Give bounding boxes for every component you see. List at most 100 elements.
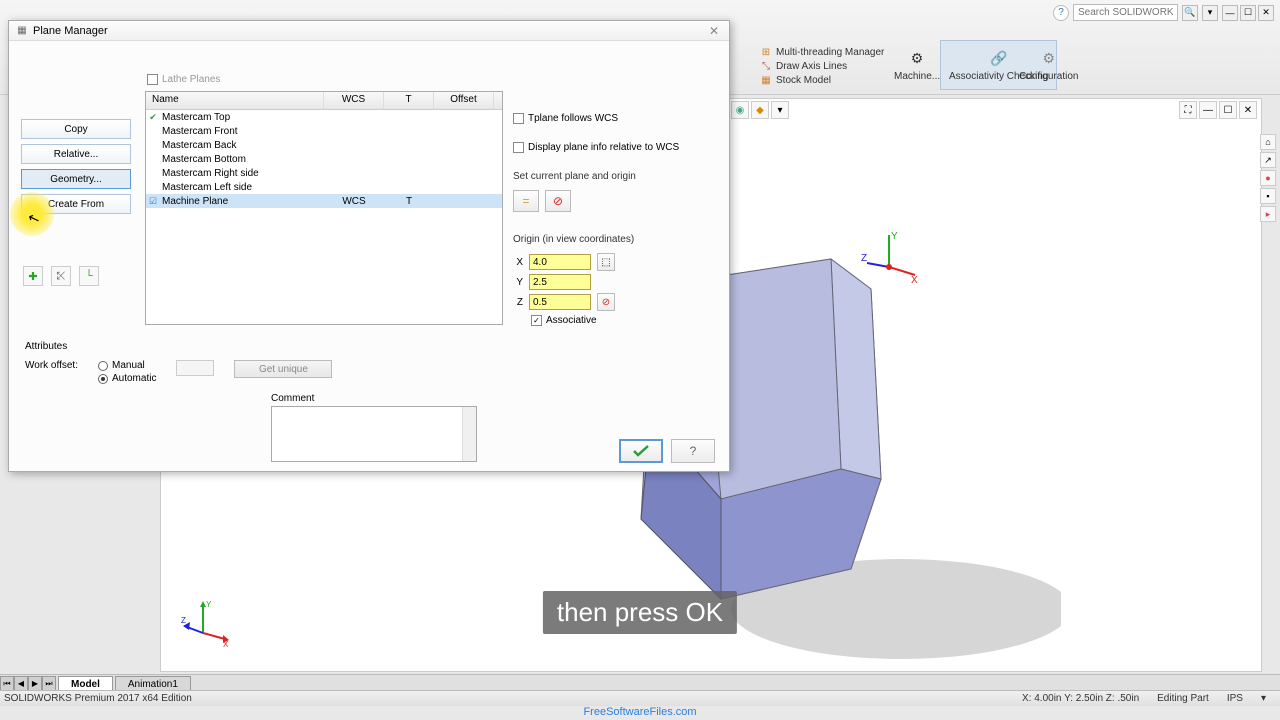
icon-row: ✚ ⤪ └	[23, 266, 99, 286]
help-icon[interactable]: ?	[1053, 5, 1069, 21]
maximize-icon[interactable]: ☐	[1240, 5, 1256, 21]
dialog-title: Plane Manager	[33, 25, 108, 37]
vp-max-icon[interactable]: ☐	[1219, 101, 1237, 119]
planes-table: Name WCS T Offset ✔Mastercam TopMasterca…	[145, 91, 503, 325]
attributes-title: Attributes	[25, 341, 505, 352]
pick-button[interactable]: ⬚	[597, 253, 615, 271]
search-button[interactable]: 🔍	[1182, 5, 1198, 21]
attributes-section: Attributes Work offset: Manual Automatic…	[25, 341, 505, 384]
title-bar-right: ? 🔍 ▾ — ☐ ✕	[1053, 4, 1274, 21]
table-row[interactable]: Mastercam Back	[146, 138, 502, 152]
z-input[interactable]	[529, 294, 591, 310]
vp-tool[interactable]: ▾	[771, 101, 789, 119]
col-name[interactable]: Name	[146, 92, 324, 109]
table-header: Name WCS T Offset	[146, 92, 502, 110]
svg-text:X: X	[223, 640, 229, 647]
viewport-right-buttons: ⛶ — ☐ ✕	[1179, 101, 1257, 119]
multi-threading-item[interactable]: ⊞Multi-threading Manager	[760, 46, 884, 58]
axis-tool-icon[interactable]: ⤪	[51, 266, 71, 286]
svg-text:Y: Y	[891, 231, 898, 242]
side-toolbar: ⌂ ↗ ● ▪ ▸	[1260, 134, 1278, 222]
minimize-icon[interactable]: —	[1222, 5, 1238, 21]
x-input[interactable]	[529, 254, 591, 270]
subtitle-caption: then press OK	[543, 591, 737, 634]
plane-tool-icon[interactable]: └	[79, 266, 99, 286]
plane-manager-dialog: ▦ Plane Manager ✕ Lathe Planes Copy Rela…	[8, 20, 730, 472]
col-wcs[interactable]: WCS	[324, 92, 384, 109]
stock-model-item[interactable]: ▦Stock Model	[760, 74, 884, 86]
table-row[interactable]: ✔Mastercam Top	[146, 110, 502, 124]
z-label: Z	[513, 297, 523, 308]
manual-radio[interactable]: Manual	[98, 360, 156, 371]
table-row[interactable]: Mastercam Bottom	[146, 152, 502, 166]
checkbox-icon	[147, 74, 158, 85]
set-current-label: Set current plane and origin	[513, 171, 723, 182]
viewport-toolbar: ◉ ◆ ▾	[731, 101, 789, 119]
relative-button[interactable]: Relative...	[21, 144, 131, 164]
reset-z-button[interactable]: ⊘	[597, 293, 615, 311]
origin-label: Origin (in view coordinates)	[513, 234, 723, 245]
dialog-titlebar[interactable]: ▦ Plane Manager ✕	[9, 21, 729, 41]
status-dropdown-icon[interactable]: ▾	[1261, 693, 1266, 704]
tplane-checkbox[interactable]: Tplane follows WCS	[513, 113, 723, 124]
vp-tool[interactable]: ◆	[751, 101, 769, 119]
tool-icon[interactable]: ▪	[1260, 188, 1276, 204]
axis-triad-corner: Y X Z	[181, 597, 231, 647]
table-row[interactable]: Mastercam Front	[146, 124, 502, 138]
help-button[interactable]: ?	[671, 439, 715, 463]
status-mode: Editing Part	[1157, 693, 1209, 704]
ribbon-small-items: ⊞Multi-threading Manager ⤡Draw Axis Line…	[760, 46, 884, 86]
scrollbar[interactable]	[462, 407, 476, 461]
draw-axis-item[interactable]: ⤡Draw Axis Lines	[760, 60, 884, 72]
reset-button[interactable]: ⊘	[545, 190, 571, 212]
vp-tool[interactable]: ◉	[731, 101, 749, 119]
dialog-close-icon[interactable]: ✕	[705, 23, 723, 39]
svg-text:Z: Z	[861, 253, 867, 264]
comment-textarea[interactable]	[271, 406, 477, 462]
status-units: IPS	[1227, 693, 1243, 704]
vp-min-icon[interactable]: —	[1199, 101, 1217, 119]
status-coords: X: 4.00in Y: 2.50in Z: .50in	[1022, 693, 1139, 704]
equals-button[interactable]: =	[513, 190, 539, 212]
svg-text:Y: Y	[206, 600, 212, 609]
right-panel: Tplane follows WCS Display plane info re…	[513, 113, 723, 344]
y-label: Y	[513, 277, 523, 288]
check-icon	[632, 444, 650, 458]
globe-icon[interactable]: ●	[1260, 170, 1276, 186]
axis-triad-origin: Y X Z	[861, 229, 921, 289]
svg-text:Z: Z	[181, 616, 186, 625]
status-edition: SOLIDWORKS Premium 2017 x64 Edition	[4, 693, 1022, 704]
vp-close-icon[interactable]: ✕	[1239, 101, 1257, 119]
home-icon[interactable]: ⌂	[1260, 134, 1276, 150]
table-row[interactable]: Mastercam Right side	[146, 166, 502, 180]
add-icon[interactable]: ✚	[23, 266, 43, 286]
dropdown-button[interactable]: ▾	[1202, 5, 1218, 21]
geometry-button[interactable]: Geometry...	[21, 169, 131, 189]
arrow-icon[interactable]: ↗	[1260, 152, 1276, 168]
y-input[interactable]	[529, 274, 591, 290]
display-checkbox[interactable]: Display plane info relative to WCS	[513, 142, 723, 153]
machine-icon: ⚙	[907, 49, 927, 69]
associative-checkbox[interactable]: ✓Associative	[531, 315, 723, 326]
get-unique-button[interactable]: Get unique	[234, 360, 332, 378]
copy-button[interactable]: Copy	[21, 119, 131, 139]
table-row[interactable]: ☑Machine PlaneWCST	[146, 194, 502, 208]
vp-expand-icon[interactable]: ⛶	[1179, 101, 1197, 119]
lathe-planes-checkbox[interactable]: Lathe Planes	[147, 74, 220, 85]
svg-text:X: X	[911, 275, 918, 286]
gear-icon: ⚙	[1039, 49, 1059, 69]
link-icon: 🔗	[989, 49, 1009, 69]
configuration-button[interactable]: ⚙Configuration	[1010, 40, 1087, 90]
close-icon[interactable]: ✕	[1258, 5, 1274, 21]
col-t[interactable]: T	[384, 92, 434, 109]
tool-icon[interactable]: ▸	[1260, 206, 1276, 222]
status-bar: SOLIDWORKS Premium 2017 x64 Edition X: 4…	[0, 690, 1280, 706]
offset-field	[176, 360, 214, 376]
search-input[interactable]	[1073, 4, 1178, 21]
col-offset[interactable]: Offset	[434, 92, 494, 109]
table-row[interactable]: Mastercam Left side	[146, 180, 502, 194]
automatic-radio[interactable]: Automatic	[98, 373, 156, 384]
x-label: X	[513, 257, 523, 268]
ok-button[interactable]	[619, 439, 663, 463]
watermark: FreeSoftwareFiles.com	[0, 706, 1280, 720]
